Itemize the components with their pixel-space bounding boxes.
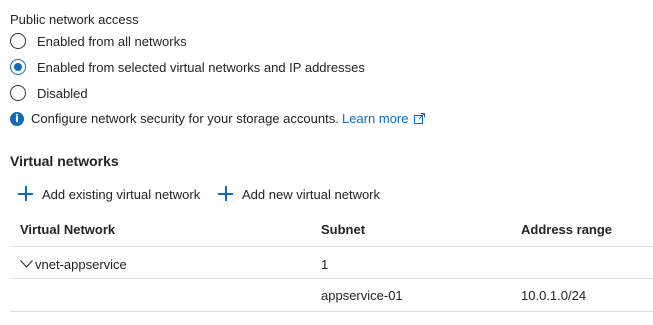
radio-label: Enabled from selected virtual networks a… [37, 60, 365, 75]
radio-circle[interactable] [10, 33, 26, 49]
table-row[interactable]: appservice-01 10.0.1.0/24 [10, 279, 653, 311]
row-address-range: 10.0.1.0/24 [521, 288, 587, 303]
subnet-count: 1 [321, 257, 329, 272]
plus-icon [18, 186, 33, 201]
column-header-subnet: Subnet [321, 222, 366, 237]
vnet-group-row[interactable]: vnet-appservice [20, 256, 220, 274]
header-divider [10, 246, 653, 247]
row-subnet: appservice-01 [321, 288, 403, 303]
learn-more-link[interactable]: Learn more [342, 111, 426, 127]
radio-circle[interactable] [10, 85, 26, 101]
radio-label: Disabled [37, 86, 88, 101]
radio-circle-selected[interactable] [10, 59, 26, 75]
radio-disabled[interactable]: Disabled [10, 84, 130, 104]
info-icon: i [10, 112, 24, 126]
radio-enabled-selected-networks[interactable]: Enabled from selected virtual networks a… [10, 58, 390, 78]
info-text: Configure network security for your stor… [31, 111, 339, 126]
row-divider [10, 311, 653, 312]
public-network-access-label: Public network access [10, 12, 139, 27]
vnet-name: vnet-appservice [35, 257, 127, 272]
column-header-virtual-network: Virtual Network [20, 222, 116, 237]
add-existing-vnet-button[interactable]: Add existing virtual network [18, 185, 208, 205]
add-existing-vnet-label: Add existing virtual network [42, 187, 201, 202]
radio-enabled-all-networks[interactable]: Enabled from all networks [10, 32, 310, 52]
chevron-down-icon[interactable] [20, 260, 33, 268]
column-header-address-range: Address range [521, 222, 613, 237]
learn-more-label: Learn more [342, 111, 409, 126]
radio-label: Enabled from all networks [37, 34, 187, 49]
virtual-networks-heading: Virtual networks [10, 153, 119, 169]
add-new-vnet-label: Add new virtual network [242, 187, 381, 202]
external-link-icon [414, 113, 426, 124]
plus-icon [218, 186, 233, 201]
add-new-vnet-button[interactable]: Add new virtual network [218, 185, 388, 205]
